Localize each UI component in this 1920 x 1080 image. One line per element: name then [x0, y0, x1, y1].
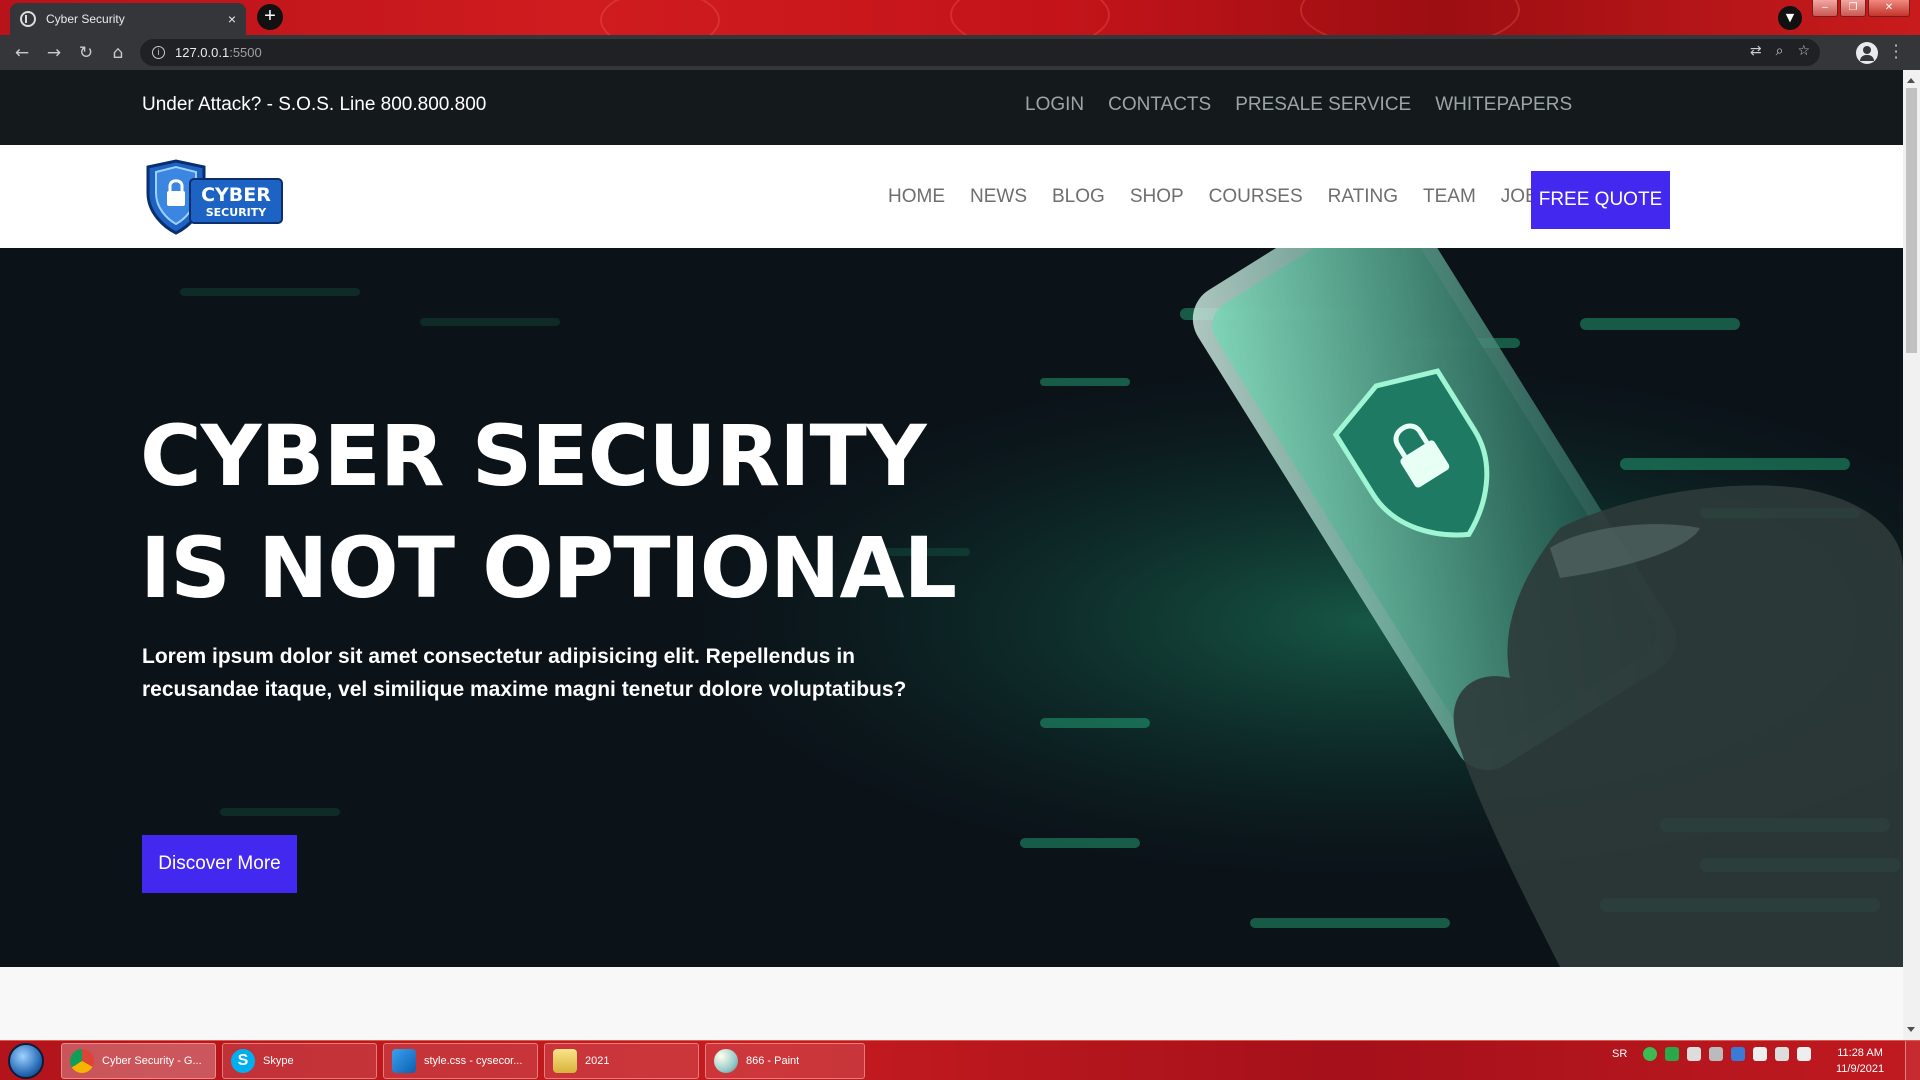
hero-title: CYBER SECURITY IS NOT OPTIONAL: [140, 400, 957, 624]
reload-icon[interactable]: ↻: [70, 43, 102, 63]
clock[interactable]: 11:28 AM 11/9/2021: [1836, 1045, 1884, 1077]
new-tab-button[interactable]: +: [257, 4, 283, 30]
taskbar-item-label: Skype: [263, 1055, 294, 1067]
nav-home[interactable]: HOME: [888, 186, 945, 208]
taskbar-item-label: Cyber Security - G...: [102, 1055, 202, 1067]
close-window-button[interactable]: ✕: [1868, 0, 1910, 17]
taskbar-item-label: style.css - cysecor...: [424, 1055, 523, 1067]
volume-icon[interactable]: [1797, 1047, 1812, 1061]
profile-avatar-icon[interactable]: [1856, 42, 1878, 64]
cyber-security-logo[interactable]: CYBER SECURITY: [142, 159, 286, 235]
nav-team[interactable]: TEAM: [1423, 186, 1476, 208]
nav-links: HOME NEWS BLOG SHOP COURSES RATING TEAM …: [888, 145, 1538, 248]
nav-courses[interactable]: COURSES: [1209, 186, 1303, 208]
globe-icon: [20, 11, 36, 27]
top-info-bar: Under Attack? - S.O.S. Line 800.800.800 …: [0, 70, 1903, 145]
scroll-up-arrow-icon[interactable]: [1907, 78, 1915, 83]
flag-icon[interactable]: [1753, 1047, 1768, 1061]
browser-tab-strip: Cyber Security × + ▼ – ❐ ✕: [0, 0, 1920, 35]
discover-more-button[interactable]: Discover More: [142, 835, 297, 893]
update-icon[interactable]: [1687, 1047, 1702, 1061]
main-navbar: CYBER SECURITY HOME NEWS BLOG SHOP COURS…: [0, 145, 1903, 248]
taskbar-item-label: 866 - Paint: [746, 1055, 800, 1067]
maximize-button[interactable]: ❐: [1840, 0, 1866, 17]
site-info-icon[interactable]: i: [152, 46, 165, 59]
page-scrollbar[interactable]: [1903, 70, 1920, 1040]
top-link-presale-service[interactable]: PRESALE SERVICE: [1235, 94, 1411, 116]
translate-icon[interactable]: ⇄: [1750, 43, 1762, 59]
zoom-icon[interactable]: ⌕: [1776, 43, 1784, 59]
back-icon[interactable]: ←: [6, 43, 38, 63]
scrollbar-thumb[interactable]: [1906, 88, 1917, 353]
folder-icon: [553, 1049, 577, 1073]
antivirus-icon[interactable]: [1665, 1047, 1680, 1061]
close-icon[interactable]: ×: [228, 11, 236, 27]
hero-section: CYBER SECURITY IS NOT OPTIONAL Lorem ips…: [0, 248, 1903, 967]
bluetooth-icon[interactable]: [1731, 1047, 1746, 1061]
page-viewport: Under Attack? - S.O.S. Line 800.800.800 …: [0, 70, 1903, 1040]
clock-date: 11/9/2021: [1836, 1063, 1885, 1075]
bookmark-star-icon[interactable]: ☆: [1797, 43, 1810, 59]
hero-description: Lorem ipsum dolor sit amet consectetur a…: [142, 645, 907, 701]
logo-text-top: CYBER: [201, 184, 271, 206]
browser-tab-active[interactable]: Cyber Security ×: [10, 3, 246, 35]
scroll-down-arrow-icon[interactable]: [1907, 1027, 1915, 1032]
paint-icon: [714, 1049, 738, 1073]
show-desktop-button[interactable]: [1905, 1041, 1920, 1080]
nav-blog[interactable]: BLOG: [1052, 186, 1105, 208]
top-link-whitepapers[interactable]: WHITEPAPERS: [1435, 94, 1572, 116]
tab-title: Cyber Security: [46, 12, 125, 26]
logo-text-bottom: SECURITY: [206, 206, 268, 219]
browser-toolbar: ← → ↻ ⌂ i 127.0.0.1:5500 ⇄ ⌕ ☆ · · ·: [0, 35, 1920, 70]
vscode-icon: [392, 1049, 416, 1073]
window-controls: – ❐ ✕: [1810, 0, 1910, 17]
skype-icon: S: [231, 1049, 255, 1073]
address-bar[interactable]: i 127.0.0.1:5500 ⇄ ⌕ ☆: [140, 39, 1820, 66]
security-status-icon[interactable]: [1643, 1047, 1658, 1061]
language-indicator[interactable]: SR: [1612, 1048, 1627, 1060]
shield-lock-icon: CYBER SECURITY: [146, 159, 283, 235]
omnibox-actions: ⇄ ⌕ ☆: [1750, 43, 1810, 59]
minimize-button[interactable]: –: [1812, 0, 1838, 17]
url-text: 127.0.0.1:5500: [175, 45, 262, 60]
tab-search-icon[interactable]: ▼: [1778, 6, 1802, 30]
top-links: LOGIN CONTACTS PRESALE SERVICE WHITEPAPE…: [1025, 94, 1572, 116]
windows-taskbar: Cyber Security - G... S Skype style.css …: [0, 1040, 1920, 1080]
nav-rating[interactable]: RATING: [1328, 186, 1398, 208]
top-link-contacts[interactable]: CONTACTS: [1108, 94, 1211, 116]
network-icon[interactable]: [1775, 1047, 1790, 1061]
sos-line: Under Attack? - S.O.S. Line 800.800.800: [142, 94, 487, 115]
taskbar-item-folder[interactable]: 2021: [544, 1043, 699, 1079]
taskbar-item-label: 2021: [585, 1055, 610, 1067]
browser-menu-icon[interactable]: · · ·: [1890, 38, 1902, 66]
system-tray: SR: [1612, 1047, 1812, 1061]
nav-news[interactable]: NEWS: [970, 186, 1027, 208]
clock-time: 11:28 AM: [1837, 1047, 1883, 1059]
home-icon[interactable]: ⌂: [102, 43, 134, 63]
url-port: :5500: [229, 45, 262, 60]
chrome-icon: [70, 1049, 94, 1073]
start-button-icon[interactable]: [8, 1043, 44, 1079]
url-host: 127.0.0.1: [175, 45, 230, 60]
forward-icon[interactable]: →: [38, 43, 70, 63]
nav-shop[interactable]: SHOP: [1130, 186, 1184, 208]
hero-title-line-2: IS NOT OPTIONAL: [140, 519, 957, 617]
taskbar-item-paint[interactable]: 866 - Paint: [705, 1043, 865, 1079]
hero-title-line-1: CYBER SECURITY: [140, 407, 927, 505]
usb-icon[interactable]: [1709, 1047, 1724, 1061]
taskbar-item-skype[interactable]: S Skype: [222, 1043, 377, 1079]
free-quote-button[interactable]: FREE QUOTE: [1531, 171, 1670, 229]
top-link-login[interactable]: LOGIN: [1025, 94, 1084, 116]
taskbar-item-chrome[interactable]: Cyber Security - G...: [61, 1043, 216, 1079]
taskbar-item-vscode[interactable]: style.css - cysecor...: [383, 1043, 538, 1079]
